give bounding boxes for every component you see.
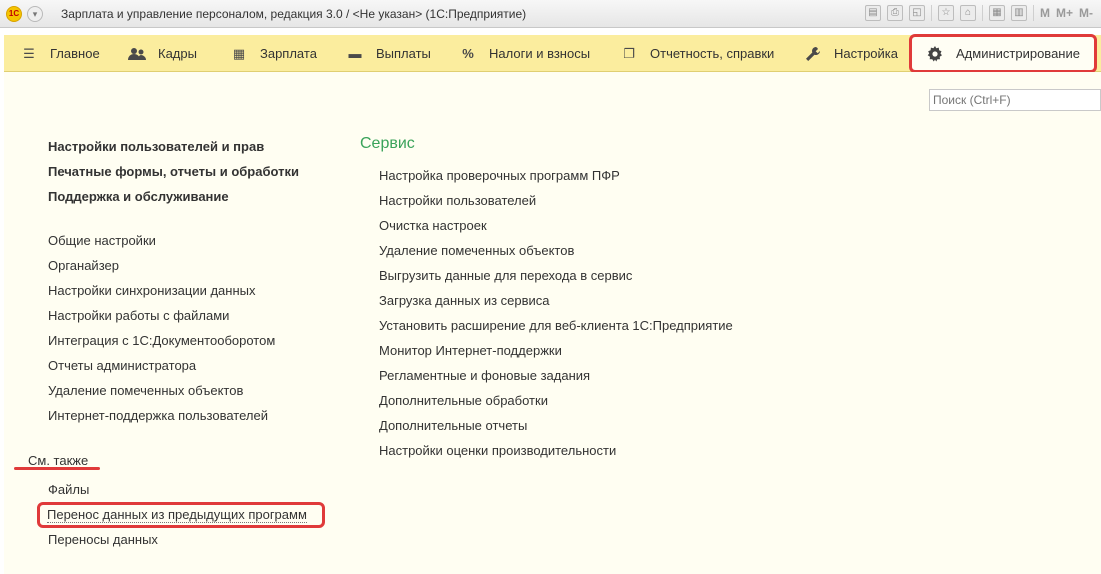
service-item[interactable]: Выгрузить данные для перехода в сервис: [379, 268, 632, 283]
hamburger-icon: ☰: [23, 45, 35, 61]
link-support-maintenance[interactable]: Поддержка и обслуживание: [48, 189, 229, 204]
section-label: Главное: [50, 46, 100, 61]
link-file-settings[interactable]: Настройки работы с файлами: [48, 308, 229, 323]
service-item[interactable]: Регламентные и фоновые задания: [379, 368, 590, 383]
window-title: Зарплата и управление персоналом, редакц…: [61, 7, 527, 21]
main-menu-button[interactable]: ▾: [27, 6, 43, 22]
title-bar: 1С ▾ Зарплата и управление персоналом, р…: [0, 0, 1101, 28]
service-item[interactable]: Очистка настроек: [379, 218, 487, 233]
section-payments[interactable]: ▬ Выплаты: [346, 35, 431, 72]
preview-icon[interactable]: ◱: [908, 5, 925, 21]
calculator-icon: ▦: [232, 45, 246, 61]
section-label: Администрирование: [956, 46, 1080, 61]
section-reports[interactable]: ❐ Отчетность, справки: [620, 35, 774, 72]
section-administration[interactable]: Администрирование: [909, 34, 1097, 73]
section-main[interactable]: ☰ Главное: [20, 35, 100, 72]
section-salary[interactable]: ▦ Зарплата: [230, 35, 317, 72]
memory-minus-button[interactable]: M-: [1079, 6, 1093, 20]
link-admin-reports[interactable]: Отчеты администратора: [48, 358, 196, 373]
group-title-service: Сервис: [360, 135, 415, 152]
sections-panel: ☰ Главное Кадры ▦ Зарплата ▬ Выплаты % Н…: [4, 34, 1101, 73]
section-label: Выплаты: [376, 46, 431, 61]
service-item[interactable]: Загрузка данных из сервиса: [379, 293, 550, 308]
link-transfer-from-previous[interactable]: Перенос данных из предыдущих программ: [47, 507, 307, 523]
service-item[interactable]: Монитор Интернет-поддержки: [379, 343, 562, 358]
title-toolbar: ▤ ⎙ ◱ ☆ ⌂ ▦ ▥ M M+ M-: [864, 5, 1093, 21]
memory-plus-button[interactable]: M+: [1056, 6, 1073, 20]
favorites-icon[interactable]: ☆: [937, 5, 954, 21]
service-item[interactable]: Дополнительные обработки: [379, 393, 548, 408]
link-user-rights-settings[interactable]: Настройки пользователей и прав: [48, 139, 264, 154]
search-input[interactable]: [929, 89, 1101, 111]
calendar-icon[interactable]: ▥: [1010, 5, 1027, 21]
toolbar-divider: [1032, 5, 1034, 21]
link-organizer[interactable]: Органайзер: [48, 258, 119, 273]
percent-icon: %: [462, 46, 474, 61]
section-label: Налоги и взносы: [489, 46, 591, 61]
section-label: Зарплата: [260, 46, 317, 61]
home-icon[interactable]: ⌂: [959, 5, 976, 21]
section-taxes[interactable]: % Налоги и взносы: [459, 35, 590, 72]
link-delete-marked[interactable]: Удаление помеченных объектов: [48, 383, 243, 398]
documents-icon: ❐: [623, 45, 635, 61]
see-also-title: См. также: [28, 453, 89, 468]
service-item[interactable]: Установить расширение для веб-клиента 1С…: [379, 318, 733, 333]
gear-icon: [926, 45, 944, 63]
toolbar-divider: [930, 5, 932, 21]
save-icon[interactable]: ▤: [864, 5, 881, 21]
link-data-transfers[interactable]: Переносы данных: [48, 532, 158, 547]
service-item[interactable]: Настройки оценки производительности: [379, 443, 616, 458]
section-personnel[interactable]: Кадры: [128, 35, 197, 72]
app-logo-icon[interactable]: 1С: [6, 6, 22, 22]
service-item[interactable]: Настройка проверочных программ ПФР: [379, 168, 620, 183]
section-label: Кадры: [158, 46, 197, 61]
section-label: Отчетность, справки: [650, 46, 775, 61]
memory-button[interactable]: M: [1040, 6, 1050, 20]
service-item[interactable]: Настройки пользователей: [379, 193, 536, 208]
service-item[interactable]: Удаление помеченных объектов: [379, 243, 574, 258]
link-internet-support[interactable]: Интернет-поддержка пользователей: [48, 408, 268, 423]
section-settings[interactable]: Настройка: [804, 35, 898, 72]
link-general-settings[interactable]: Общие настройки: [48, 233, 156, 248]
people-icon: [128, 45, 146, 63]
link-print-forms[interactable]: Печатные формы, отчеты и обработки: [48, 164, 299, 179]
wallet-icon: ▬: [348, 46, 362, 61]
print-icon[interactable]: ⎙: [886, 5, 903, 21]
service-item[interactable]: Дополнительные отчеты: [379, 418, 527, 433]
section-label: Настройка: [834, 46, 898, 61]
link-files[interactable]: Файлы: [48, 482, 89, 497]
calculator-icon[interactable]: ▦: [988, 5, 1005, 21]
wrench-icon: [804, 45, 822, 63]
link-docflow-integration[interactable]: Интеграция с 1С:Документооборотом: [48, 333, 275, 348]
toolbar-divider: [981, 5, 983, 21]
highlight-underline: [14, 467, 100, 470]
link-sync-settings[interactable]: Настройки синхронизации данных: [48, 283, 256, 298]
